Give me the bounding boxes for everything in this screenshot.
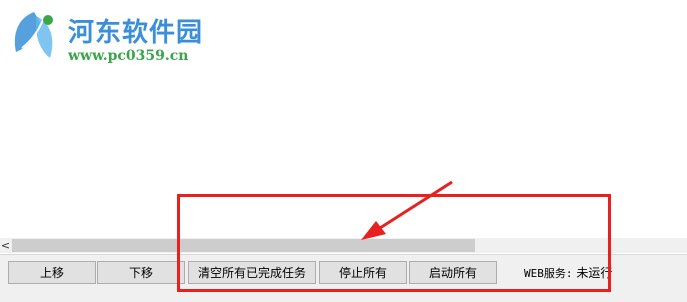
annotation-highlight-box (177, 194, 611, 292)
move-up-button[interactable]: 上移 (8, 261, 96, 284)
watermark: 河东软件园 www.pc0359.cn (4, 2, 264, 72)
move-down-button[interactable]: 下移 (97, 261, 185, 284)
leaf-logo-icon (14, 12, 53, 58)
watermark-url: www.pc0359.cn (68, 48, 189, 64)
scroll-left-arrow-icon[interactable]: < (0, 238, 11, 253)
watermark-title: 河东软件园 (68, 18, 204, 48)
